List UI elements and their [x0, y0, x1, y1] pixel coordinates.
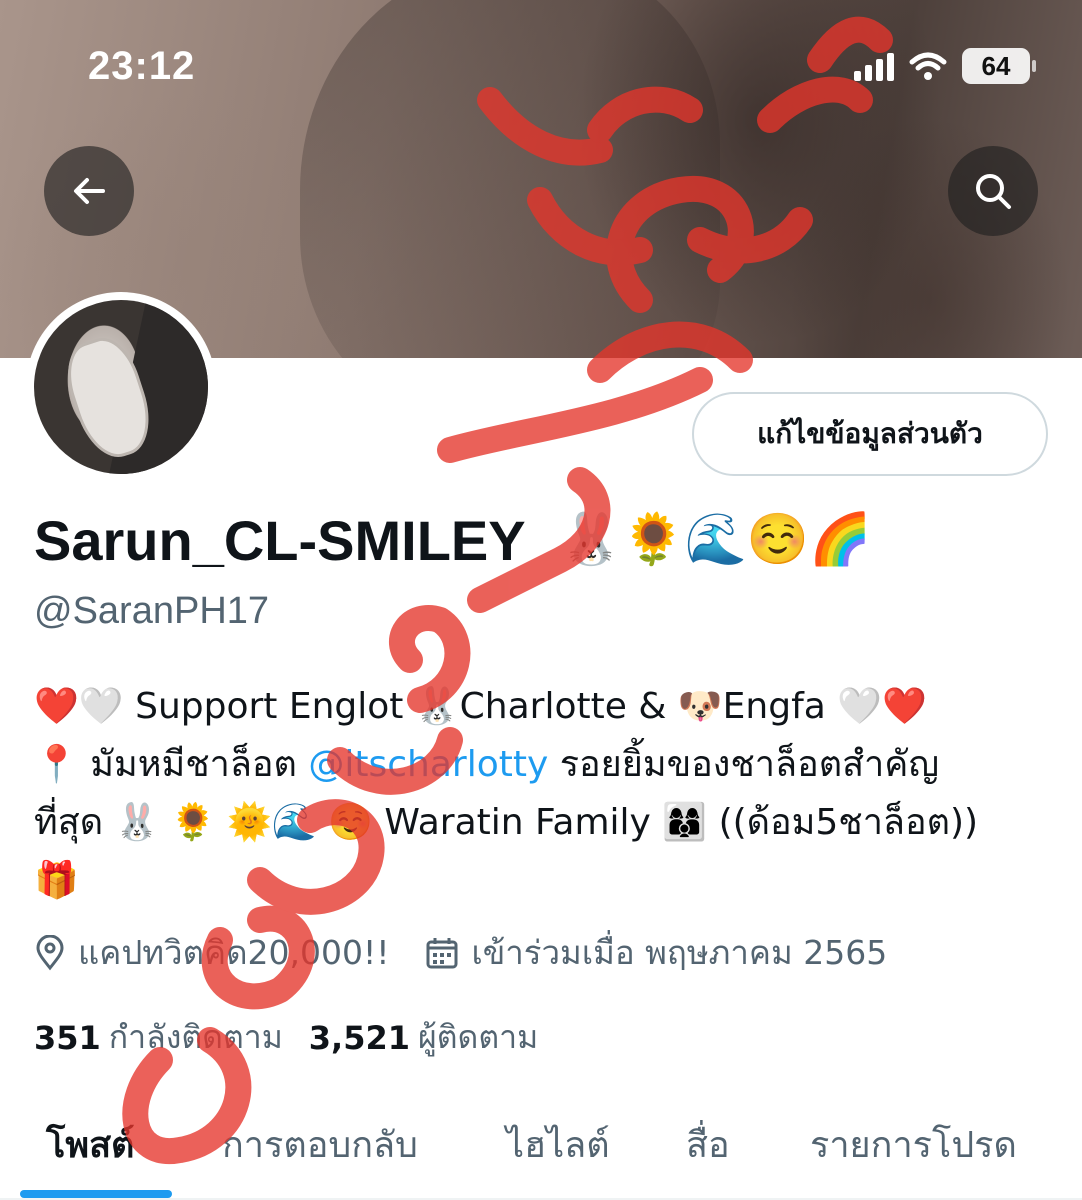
avatar-image — [34, 300, 208, 474]
joined-text: เข้าร่วมเมื่อ พฤษภาคม 2565 — [471, 933, 888, 972]
back-button[interactable] — [44, 146, 134, 236]
display-name: Sarun_CL-SMILEY — [34, 509, 526, 572]
followers-count[interactable]: 3,521 — [309, 1019, 410, 1057]
wifi-icon — [909, 52, 947, 80]
tab-likes[interactable]: รายการโปรด — [810, 1116, 1017, 1173]
active-tab-indicator — [20, 1190, 172, 1198]
profile-bio: ❤️🤍 Support Englot 🐰Charlotte & 🐶Engfa 🤍… — [34, 678, 1054, 910]
bio-line: 🎁 — [34, 860, 79, 901]
tab-highlights[interactable]: ไฮไลต์ — [506, 1116, 610, 1173]
status-time: 23:12 — [88, 44, 196, 88]
bio-line: 📍 มัมหมีชาล็อต @itscharlotty รอยยิ้มของช… — [34, 736, 1054, 794]
search-button[interactable] — [948, 146, 1038, 236]
bio-line: ที่สุด 🐰 🌻 🌞🌊 ☺️ Waratin Family 👩‍👩‍👦 ((… — [34, 802, 979, 843]
tab-posts[interactable]: โพสต์ — [46, 1116, 134, 1173]
status-icons: 64 — [854, 48, 1036, 84]
joined-item: เข้าร่วมเมื่อ พฤษภาคม 2565 — [425, 926, 887, 979]
search-icon — [976, 174, 1011, 209]
user-handle: @SaranPH17 — [34, 590, 270, 632]
bio-line: ❤️🤍 Support Englot 🐰Charlotte & 🐶Engfa 🤍… — [34, 686, 927, 727]
following-label[interactable]: กำลังติดตาม — [109, 1012, 283, 1063]
arrow-left-icon — [74, 178, 105, 204]
bio-text: รอยยิ้มของชาล็อตสำคัญ — [548, 744, 940, 785]
calendar-icon — [426, 937, 458, 968]
battery-icon: 64 — [962, 48, 1036, 84]
avatar[interactable] — [26, 292, 216, 482]
tab-media[interactable]: สื่อ — [686, 1116, 730, 1173]
location-item: แคปทวิตคิด20,000!! — [34, 926, 389, 979]
following-count[interactable]: 351 — [34, 1019, 101, 1057]
display-name-emojis: 🐰🌻🌊☺️🌈 — [560, 510, 872, 568]
location-pin-icon — [36, 934, 64, 970]
bio-text: 📍 มัมหมีชาล็อต — [34, 744, 309, 785]
cellular-signal-icon — [854, 51, 894, 81]
mention-link[interactable]: @itscharlotty — [308, 744, 548, 785]
location-text: แคปทวิตคิด20,000!! — [78, 933, 390, 972]
tab-replies[interactable]: การตอบกลับ — [222, 1116, 418, 1173]
edit-profile-button[interactable]: แก้ไขข้อมูลส่วนตัว — [692, 392, 1048, 476]
follow-stats: 351 กำลังติดตาม 3,521 ผู้ติดตาม — [34, 1012, 564, 1063]
profile-meta: แคปทวิตคิด20,000!! เข้าร่วมเมื่อ พฤษภาคม… — [34, 926, 923, 979]
followers-label[interactable]: ผู้ติดตาม — [418, 1012, 538, 1063]
banner-veil — [300, 0, 720, 358]
profile-tabs: โพสต์ การตอบกลับ ไฮไลต์ สื่อ รายการโปรด — [0, 1100, 1082, 1200]
